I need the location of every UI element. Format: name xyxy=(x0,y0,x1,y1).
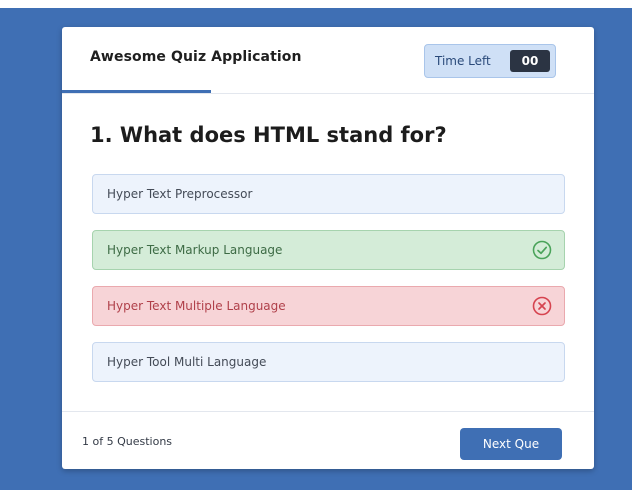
timer-seconds: 00 xyxy=(510,50,550,72)
option-1[interactable]: Hyper Text Preprocessor xyxy=(92,174,565,214)
quiz-box: Awesome Quiz Application Time Left 00 1.… xyxy=(62,27,594,469)
option-4[interactable]: Hyper Tool Multi Language xyxy=(92,342,565,382)
option-list: Hyper Text Preprocessor Hyper Text Marku… xyxy=(92,174,565,398)
option-3-incorrect[interactable]: Hyper Text Multiple Language xyxy=(92,286,565,326)
option-label: Hyper Text Preprocessor xyxy=(107,187,253,201)
option-2-correct[interactable]: Hyper Text Markup Language xyxy=(92,230,565,270)
quiz-header: Awesome Quiz Application Time Left 00 xyxy=(62,27,594,94)
option-label: Hyper Text Markup Language xyxy=(107,243,283,257)
check-circle-icon xyxy=(532,240,552,260)
question-counter: 1 of 5 Questions xyxy=(82,435,173,448)
quiz-footer: 1 of 5 Questions Next Que xyxy=(62,411,594,470)
cross-circle-icon xyxy=(532,296,552,316)
option-label: Hyper Text Multiple Language xyxy=(107,299,286,313)
next-question-button[interactable]: Next Que xyxy=(460,428,562,460)
time-progress-line xyxy=(62,90,211,93)
app-title: Awesome Quiz Application xyxy=(90,49,302,65)
timer-label: Time Left xyxy=(435,54,491,68)
question-text: 1. What does HTML stand for? xyxy=(90,123,447,147)
option-label: Hyper Tool Multi Language xyxy=(107,355,267,369)
timer: Time Left 00 xyxy=(424,44,556,78)
